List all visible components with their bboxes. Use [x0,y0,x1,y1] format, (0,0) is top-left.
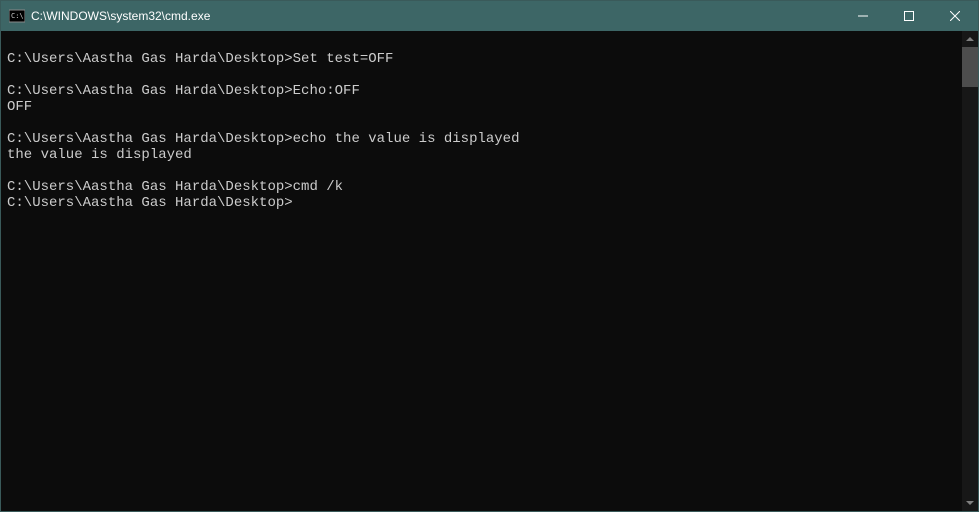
maximize-button[interactable] [886,1,932,31]
svg-text:C:\: C:\ [11,12,24,20]
terminal-content[interactable]: C:\Users\Aastha Gas Harda\Desktop>Set te… [1,31,962,511]
close-button[interactable] [932,1,978,31]
scroll-thumb[interactable] [962,47,978,87]
scroll-down-arrow[interactable] [962,495,978,511]
cmd-window: C:\ C:\WINDOWS\system32\cmd.exe [0,0,979,512]
scroll-up-arrow[interactable] [962,31,978,47]
terminal-area: C:\Users\Aastha Gas Harda\Desktop>Set te… [1,31,978,511]
titlebar[interactable]: C:\ C:\WINDOWS\system32\cmd.exe [1,1,978,31]
cmd-icon: C:\ [9,8,25,24]
scrollbar[interactable] [962,31,978,511]
window-title: C:\WINDOWS\system32\cmd.exe [31,9,840,23]
minimize-button[interactable] [840,1,886,31]
window-controls [840,1,978,31]
